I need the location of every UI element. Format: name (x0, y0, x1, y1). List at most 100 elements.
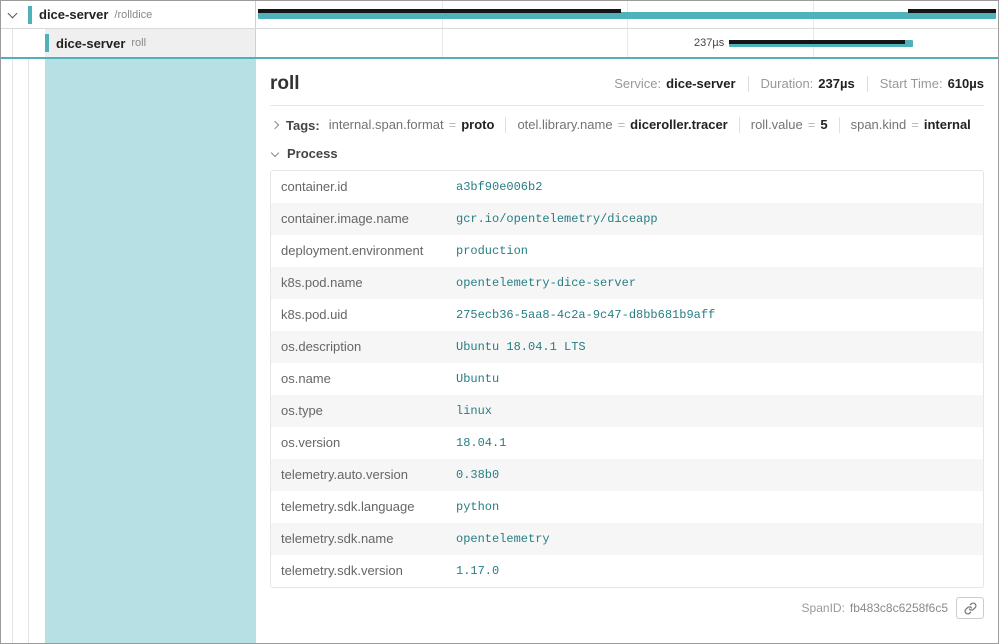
table-row: telemetry.sdk.version 1.17.0 (271, 555, 983, 587)
span-operation-name: /rolldice (114, 9, 152, 21)
tag-key: roll.value (751, 117, 803, 133)
process-key: telemetry.sdk.language (271, 491, 446, 523)
selected-span-highlight (45, 59, 256, 643)
process-key: k8s.pod.name (271, 267, 446, 299)
chevron-down-icon (271, 148, 279, 156)
process-key: container.id (271, 171, 446, 203)
link-icon (964, 602, 977, 615)
table-row: os.type linux (271, 395, 983, 427)
meta-label: Start Time: (880, 76, 943, 92)
tag-item: roll.value = 5 (739, 117, 828, 133)
meta-item: Duration: 237µs (748, 76, 855, 92)
process-key: container.image.name (271, 203, 446, 235)
process-key: k8s.pod.uid (271, 299, 446, 331)
timeline-gridline (627, 29, 628, 57)
process-value: production (446, 235, 983, 267)
process-key: os.version (271, 427, 446, 459)
span-row-roll[interactable]: dice-server roll 237µs (1, 29, 998, 57)
process-table: container.id a3bf90e006b2 container.imag… (270, 170, 984, 588)
table-row: deployment.environment production (271, 235, 983, 267)
critical-path-segment (258, 9, 621, 13)
table-row: telemetry.sdk.language python (271, 491, 983, 523)
timeline-track-rolldice[interactable] (256, 1, 998, 28)
process-value: opentelemetry (446, 523, 983, 555)
tag-value: internal (924, 117, 971, 133)
process-value: 0.38b0 (446, 459, 983, 491)
tree-indent (1, 29, 45, 57)
process-key: telemetry.sdk.version (271, 555, 446, 587)
span-duration-label: 237µs (694, 36, 724, 50)
tag-value: proto (461, 117, 494, 133)
process-value: python (446, 491, 983, 523)
process-key: telemetry.sdk.name (271, 523, 446, 555)
tag-key: otel.library.name (517, 117, 612, 133)
span-title: roll (270, 73, 300, 95)
tag-equals-sign: = (449, 117, 457, 133)
tag-equals-sign: = (618, 117, 626, 133)
tag-key: span.kind (851, 117, 907, 133)
process-value: Ubuntu 18.04.1 LTS (446, 331, 983, 363)
tags-summary: internal.span.format = proto otel.librar… (329, 117, 971, 133)
span-name-cell-roll[interactable]: dice-server roll (1, 29, 256, 57)
table-row: k8s.pod.name opentelemetry-dice-server (271, 267, 983, 299)
process-key: os.description (271, 331, 446, 363)
process-value: 275ecb36-5aa8-4c2a-9c47-d8bb681b9aff (446, 299, 983, 331)
tag-equals-sign: = (808, 117, 816, 133)
span-meta: Service: dice-server Duration: 237µs Sta… (614, 76, 984, 92)
tree-gutter (1, 59, 256, 643)
process-value: 1.17.0 (446, 555, 983, 587)
span-color-bar (28, 6, 32, 24)
process-key: os.type (271, 395, 446, 427)
copy-link-button[interactable] (956, 597, 984, 619)
process-accordion-toggle[interactable]: Process (270, 144, 984, 170)
process-value: gcr.io/opentelemetry/diceapp (446, 203, 983, 235)
tag-equals-sign: = (911, 117, 919, 133)
table-row: k8s.pod.uid 275ecb36-5aa8-4c2a-9c47-d8bb… (271, 299, 983, 331)
table-row: container.image.name gcr.io/opentelemetr… (271, 203, 983, 235)
process-label: Process (287, 146, 338, 161)
process-value: a3bf90e006b2 (446, 171, 983, 203)
critical-path-segment (908, 9, 996, 13)
span-detail-row: roll Service: dice-server Duration: 237µ… (1, 57, 998, 643)
chevron-right-icon (271, 121, 279, 129)
span-row-rolldice[interactable]: dice-server /rolldice (1, 1, 998, 29)
tag-item: internal.span.format = proto (329, 117, 495, 133)
critical-path-segment (729, 40, 905, 44)
meta-item: Service: dice-server (614, 76, 735, 92)
span-detail-header: roll Service: dice-server Duration: 237µ… (270, 67, 984, 106)
process-value: 18.04.1 (446, 427, 983, 459)
tree-guide-line (12, 29, 13, 57)
tree-guide-line (12, 59, 13, 643)
span-operation-name: roll (131, 37, 146, 49)
table-row: telemetry.sdk.name opentelemetry (271, 523, 983, 555)
meta-value: dice-server (666, 76, 735, 92)
process-value: opentelemetry-dice-server (446, 267, 983, 299)
tag-item: span.kind = internal (839, 117, 971, 133)
span-service-name: dice-server (56, 36, 125, 51)
tag-value: 5 (820, 117, 827, 133)
span-bar-rolldice[interactable] (258, 12, 996, 19)
process-key: telemetry.auto.version (271, 459, 446, 491)
process-key: os.name (271, 363, 446, 395)
meta-value: 237µs (818, 76, 854, 92)
process-key: deployment.environment (271, 235, 446, 267)
timeline-track-roll[interactable]: 237µs (256, 29, 998, 57)
tags-label: Tags: (286, 118, 320, 133)
tag-value: diceroller.tracer (630, 117, 728, 133)
process-value: Ubuntu (446, 363, 983, 395)
timeline-gridline (442, 29, 443, 57)
tags-accordion-toggle[interactable]: Tags: internal.span.format = proto otel.… (270, 106, 984, 144)
table-row: container.id a3bf90e006b2 (271, 171, 983, 203)
meta-item: Start Time: 610µs (867, 76, 984, 92)
span-id-label: SpanID: (802, 601, 845, 615)
collapse-children-chevron-icon[interactable] (8, 8, 18, 18)
span-detail-panel: roll Service: dice-server Duration: 237µ… (256, 59, 998, 643)
meta-label: Duration: (761, 76, 814, 92)
meta-label: Service: (614, 76, 661, 92)
span-service-name: dice-server (39, 7, 108, 22)
span-id-value: fb483c8c6258f6c5 (850, 601, 948, 615)
span-id-row: SpanID: fb483c8c6258f6c5 (270, 588, 984, 629)
jaeger-trace-detail-view: dice-server /rolldice dice-server roll 2… (0, 0, 999, 644)
span-name-cell-rolldice[interactable]: dice-server /rolldice (1, 1, 256, 28)
span-color-bar (45, 34, 49, 52)
